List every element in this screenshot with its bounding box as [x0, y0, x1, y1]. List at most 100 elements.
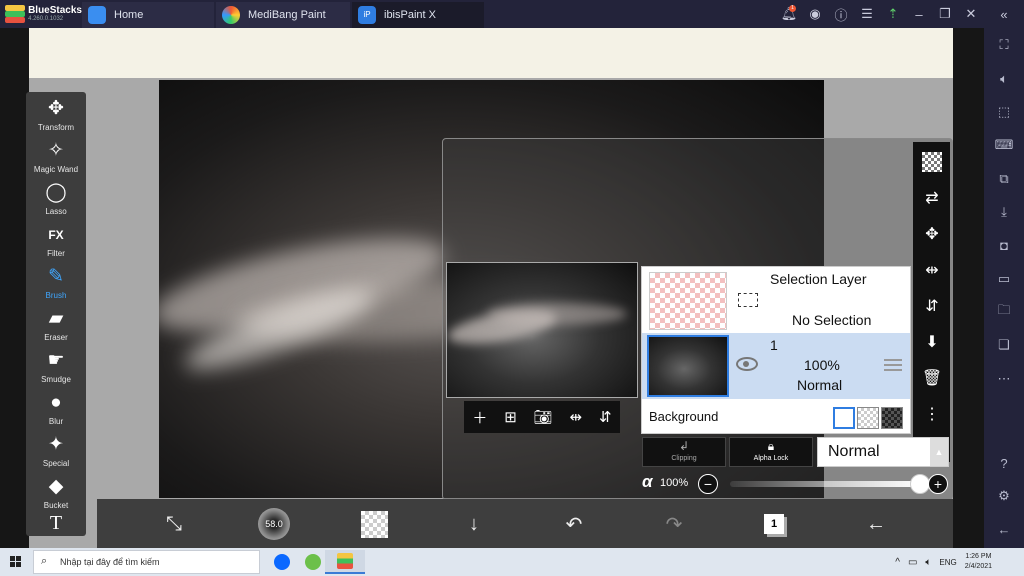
fullscreen-button[interactable]: ⛶: [992, 34, 1016, 56]
layer-row-1[interactable]: 1 100% Normal: [642, 333, 910, 399]
close-icon: ✕: [965, 6, 977, 21]
settings-button[interactable]: ⚙: [992, 485, 1016, 507]
brush-transform-button[interactable]: ⤡: [157, 508, 191, 540]
help-button[interactable]: ⓘ: [828, 0, 854, 28]
special-icon: ✦: [48, 434, 64, 455]
windows-start-button[interactable]: [10, 556, 22, 568]
opacity-control: α 100% − +: [642, 472, 952, 496]
tab-medibang-paint[interactable]: MediBang Paint: [216, 2, 350, 28]
redo-button[interactable]: ↷: [657, 508, 691, 540]
flip-vertical-icon[interactable]: ⇵: [599, 408, 612, 426]
restore-button[interactable]: ❐: [932, 0, 958, 28]
language-indicator[interactable]: ENG: [939, 558, 956, 567]
layer-order-button[interactable]: ⇄: [920, 186, 944, 210]
more-button[interactable]: ⋯: [992, 368, 1016, 390]
add-layer-icon[interactable]: ＋: [472, 407, 487, 428]
minimize-button[interactable]: –: [906, 0, 932, 28]
flip-layer-vertical-button[interactable]: ⇵: [920, 294, 944, 318]
tool-special[interactable]: ✦ Special: [26, 432, 86, 472]
opacity-slider-thumb[interactable]: [910, 474, 930, 494]
flip-horizontal-icon[interactable]: ⇹: [570, 408, 583, 426]
folder-button[interactable]: 🗀: [992, 301, 1016, 323]
help-sidebar-button[interactable]: ?: [992, 452, 1016, 474]
taskbar-bluestacks[interactable]: [325, 550, 365, 574]
undo-button[interactable]: ↶: [557, 508, 591, 540]
tab-home[interactable]: Home: [82, 2, 214, 28]
merge-layer-button[interactable]: ↓: [457, 508, 491, 540]
tool-label: Magic Wand: [33, 165, 79, 174]
clock[interactable]: 1:26 PM 2/4/2021: [965, 552, 992, 572]
tool-blur[interactable]: ● Blur: [26, 390, 86, 430]
visibility-eye-icon[interactable]: [736, 357, 758, 371]
bluestacks-brand: BlueStacks 4.260.0.1032: [0, 0, 82, 28]
opacity-increase-button[interactable]: +: [928, 474, 948, 494]
download-button[interactable]: ⤓: [992, 201, 1016, 223]
keyboard-button[interactable]: ⌨: [992, 134, 1016, 156]
speaker-icon[interactable]: 🔈︎: [925, 557, 931, 568]
record-icon: ▭: [997, 271, 1011, 286]
update-arrow-icon: ⇡: [887, 6, 899, 21]
android-back-button[interactable]: ←: [992, 518, 1016, 540]
tab-ibispaint[interactable]: iP ibisPaint X: [352, 2, 484, 28]
clock-time: 1:26 PM: [965, 553, 992, 560]
menu-button[interactable]: ☰: [854, 0, 880, 28]
more-icon: ⋯: [997, 371, 1011, 386]
record-button[interactable]: ▭: [992, 268, 1016, 290]
tool-lasso[interactable]: ◯ Lasso: [26, 180, 86, 220]
background-white-swatch[interactable]: [833, 407, 855, 429]
battery-icon[interactable]: ▭: [908, 557, 917, 568]
multi-instance-button[interactable]: ❏: [992, 334, 1016, 356]
update-button[interactable]: ⇡: [880, 0, 906, 28]
merge-down-button[interactable]: ⬇: [920, 330, 944, 354]
tool-eraser[interactable]: ▰ Eraser: [26, 306, 86, 346]
alpha-lock-button[interactable]: 🔒︎ Alpha Lock: [729, 437, 813, 467]
tool-text[interactable]: T: [26, 510, 86, 536]
account-button[interactable]: ◉: [802, 0, 828, 28]
color-button[interactable]: [357, 508, 391, 540]
move-layer-button[interactable]: ✥: [920, 222, 944, 246]
search-icon: ⌕: [41, 555, 48, 567]
notifications-button[interactable]: 🔔︎ 1: [776, 0, 802, 28]
tool-bucket[interactable]: ◆ Bucket: [26, 474, 86, 514]
drag-handle-icon[interactable]: [884, 359, 902, 371]
layer-list: Selection Layer No Selection 1 100% Norm…: [641, 266, 911, 434]
chevron-up-icon[interactable]: ^: [895, 557, 900, 568]
current-color-swatch: [360, 510, 388, 538]
background-dark-swatch[interactable]: [881, 407, 903, 429]
transparent-background-button[interactable]: [920, 150, 944, 174]
pointer-button[interactable]: ⬚: [992, 101, 1016, 123]
home-icon: [88, 6, 106, 24]
tool-label: Blur: [48, 417, 64, 426]
tool-transform[interactable]: ✥ Transform: [26, 96, 86, 136]
background-transparent-swatch[interactable]: [857, 407, 879, 429]
duplicate-layer-icon[interactable]: ⊞: [504, 408, 517, 426]
flip-layer-horizontal-button[interactable]: ⇹: [920, 258, 944, 282]
volume-icon: 🔈︎: [1000, 71, 1008, 86]
emulator-sidebar: ⛶ 🔈︎ ⬚ ⌨ ⧉ ⤓ ◘ ▭ 🗀 ❏ ⋯ ? ⚙ ←: [984, 28, 1024, 548]
close-button[interactable]: ✕: [958, 0, 984, 28]
delete-layer-button[interactable]: 🗑︎: [920, 366, 944, 390]
opacity-slider-track[interactable]: [730, 481, 920, 487]
layer-more-button[interactable]: ⋮: [920, 402, 944, 426]
camera-icon[interactable]: 📷︎: [534, 408, 553, 426]
screenshot-button[interactable]: ◘: [992, 234, 1016, 256]
collapse-sidebar-button[interactable]: «: [984, 0, 1024, 28]
clipping-button[interactable]: ↲ Clipping: [642, 437, 726, 467]
folder-icon: 🗀: [997, 302, 1011, 317]
tool-magic-wand[interactable]: ✧ Magic Wand: [26, 138, 86, 178]
blend-mode-select[interactable]: Normal ▲: [817, 437, 949, 467]
opacity-decrease-button[interactable]: −: [698, 474, 718, 494]
tool-brush[interactable]: ✎ Brush: [26, 264, 86, 304]
back-button[interactable]: ←: [859, 508, 893, 540]
checkerboard-icon: [922, 152, 942, 172]
selection-layer-row[interactable]: Selection Layer No Selection: [642, 267, 910, 333]
layers-button[interactable]: 1: [757, 508, 791, 540]
tool-filter[interactable]: FX Filter: [26, 222, 86, 262]
install-apk-button[interactable]: ⧉: [992, 168, 1016, 190]
taskbar-search[interactable]: ⌕ Nhập tại đây để tìm kiếm: [33, 550, 260, 574]
brush-swap-icon: ⤡: [166, 512, 182, 535]
volume-button[interactable]: 🔈︎: [992, 68, 1016, 90]
tool-smudge[interactable]: ☛ Smudge: [26, 348, 86, 388]
brush-size-button[interactable]: 58.0: [257, 508, 291, 540]
emulator-titlebar: BlueStacks 4.260.0.1032 Home MediBang Pa…: [0, 0, 1024, 28]
